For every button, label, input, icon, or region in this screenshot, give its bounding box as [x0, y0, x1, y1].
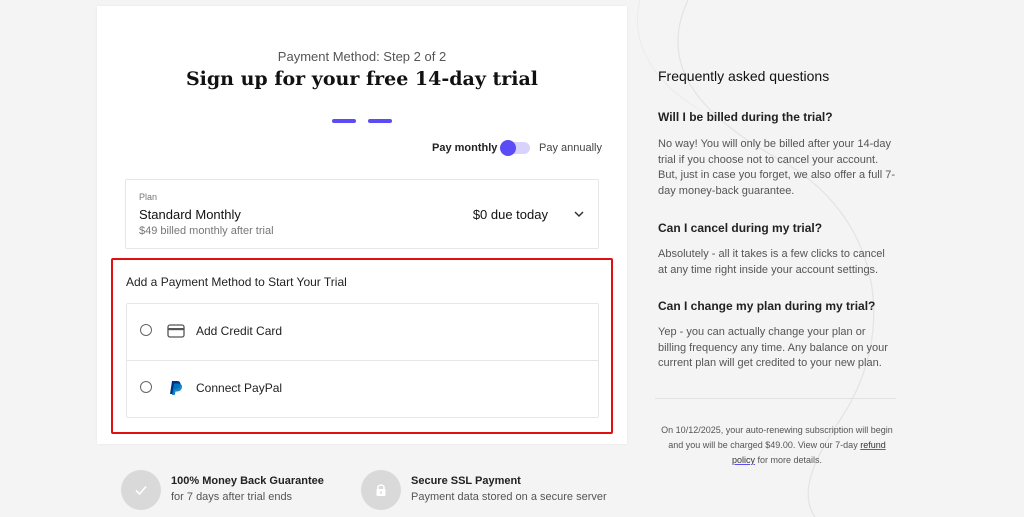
progress-step-1 — [332, 119, 356, 123]
faq-answer: Absolutely - all it takes is a few click… — [658, 248, 885, 276]
badge-circle — [361, 470, 401, 510]
plan-due-today: $0 due today — [472, 207, 548, 222]
renewal-suffix: for more details. — [757, 455, 823, 465]
paypal-radio[interactable] — [140, 381, 152, 393]
faq-question: Can I change my plan during my trial? — [658, 299, 876, 313]
renewal-text: On 10/12/2025, your auto-renewing subscr… — [661, 425, 893, 450]
paypal-label: Connect PayPal — [196, 381, 283, 395]
money-back-badge: 100% Money Back Guarantee for 7 days aft… — [121, 469, 341, 513]
badge-circle — [121, 470, 161, 510]
faq-divider — [655, 398, 896, 399]
faq-question: Will I be billed during the trial? — [658, 110, 833, 124]
payment-option-credit-card[interactable]: Add Credit Card — [127, 304, 598, 361]
badge-title: 100% Money Back Guarantee — [171, 475, 324, 487]
badge-subtitle: for 7 days after trial ends — [171, 491, 293, 503]
pay-annually-label[interactable]: Pay annually — [539, 142, 602, 154]
billing-frequency-switch: Pay monthly Pay annually — [432, 140, 602, 158]
payment-method-section: Add a Payment Method to Start Your Trial… — [111, 258, 613, 434]
faq-question: Can I cancel during my trial? — [658, 221, 823, 235]
chevron-down-icon[interactable] — [572, 207, 586, 221]
toggle-knob — [500, 140, 516, 156]
renewal-notice: On 10/12/2025, your auto-renewing subscr… — [658, 423, 896, 468]
page-title: Sign up for your free 14-day trial — [185, 68, 539, 90]
credit-card-label: Add Credit Card — [196, 324, 283, 338]
credit-card-radio[interactable] — [140, 324, 152, 336]
credit-card-icon — [167, 324, 185, 338]
checkmark-icon — [135, 485, 147, 496]
progress-step-2 — [368, 119, 392, 123]
payment-options-list: Add Credit Card Connect PayPal — [126, 303, 599, 418]
payment-option-paypal[interactable]: Connect PayPal — [127, 361, 598, 417]
billing-toggle[interactable] — [500, 140, 530, 156]
plan-label: Plan — [139, 192, 158, 202]
badge-title: Secure SSL Payment — [411, 475, 521, 487]
faq-answer: Yep - you can actually change your plan … — [658, 326, 888, 370]
faq-answer: No way! You will only be billed after yo… — [658, 138, 896, 197]
faq-title: Frequently asked questions — [658, 68, 830, 84]
lock-icon — [376, 484, 386, 496]
plan-selector[interactable]: Plan Standard Monthly $49 billed monthly… — [125, 179, 599, 249]
plan-price-note: $49 billed monthly after trial — [139, 225, 274, 237]
pay-monthly-label[interactable]: Pay monthly — [432, 142, 497, 154]
paypal-icon — [170, 381, 183, 395]
secure-payment-badge: Secure SSL Payment Payment data stored o… — [361, 469, 621, 513]
badge-subtitle: Payment data stored on a secure server — [411, 491, 607, 503]
signup-card: Payment Method: Step 2 of 2 Sign up for … — [97, 6, 627, 444]
plan-name: Standard Monthly — [139, 207, 241, 222]
payment-method-heading: Add a Payment Method to Start Your Trial — [126, 275, 347, 289]
step-indicator: Payment Method: Step 2 of 2 — [277, 49, 447, 64]
